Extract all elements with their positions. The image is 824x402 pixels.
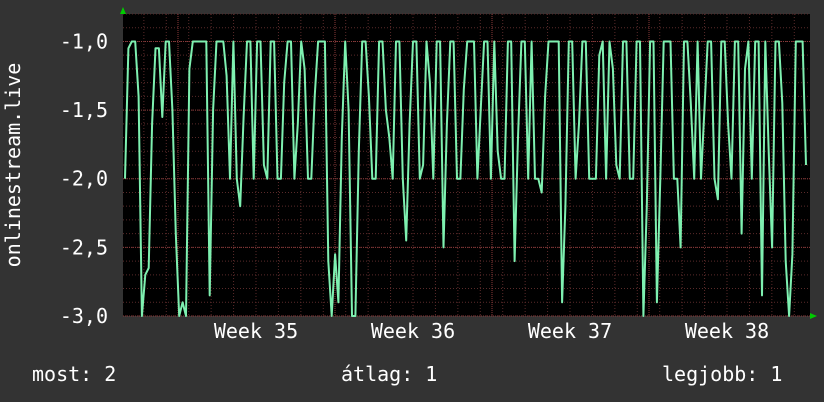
y-tick-label: -3,0 [60,304,108,328]
y-tick-label: -2,0 [60,167,108,191]
legend-best: legjobb: 1 [662,362,783,386]
x-tick-label: Week 36 [371,319,455,343]
chart: -1,0 -1,5 -2,0 -2,5 -3,0 Week 35 Week 36 Week … [0,0,824,402]
legend-current: most: 2 [32,362,117,386]
y-axis-label: onlinestream.live [1,63,25,268]
y-tick-label: -2,5 [60,235,108,259]
x-tick-label: Week 37 [528,319,612,343]
x-tick-label: Week 35 [214,319,298,343]
y-axis-arrow-icon [120,7,126,14]
x-axis-ticks: Week 35 Week 36 Week 37 Week 38 [214,319,769,343]
y-tick-label: -1,0 [60,29,108,53]
x-tick-label: Week 38 [685,319,769,343]
chart-svg: -1,0-1,5-2,0-2,5-3,0 Week 35 Week 36 Week … [1,7,817,343]
legend-average: átlag: 1 [341,362,438,386]
x-axis-arrow-icon [810,313,817,319]
y-tick-label: -1,5 [60,98,108,122]
y-axis-ticks: -1,0 -1,5 -2,0 -2,5 -3,0 [60,29,108,328]
